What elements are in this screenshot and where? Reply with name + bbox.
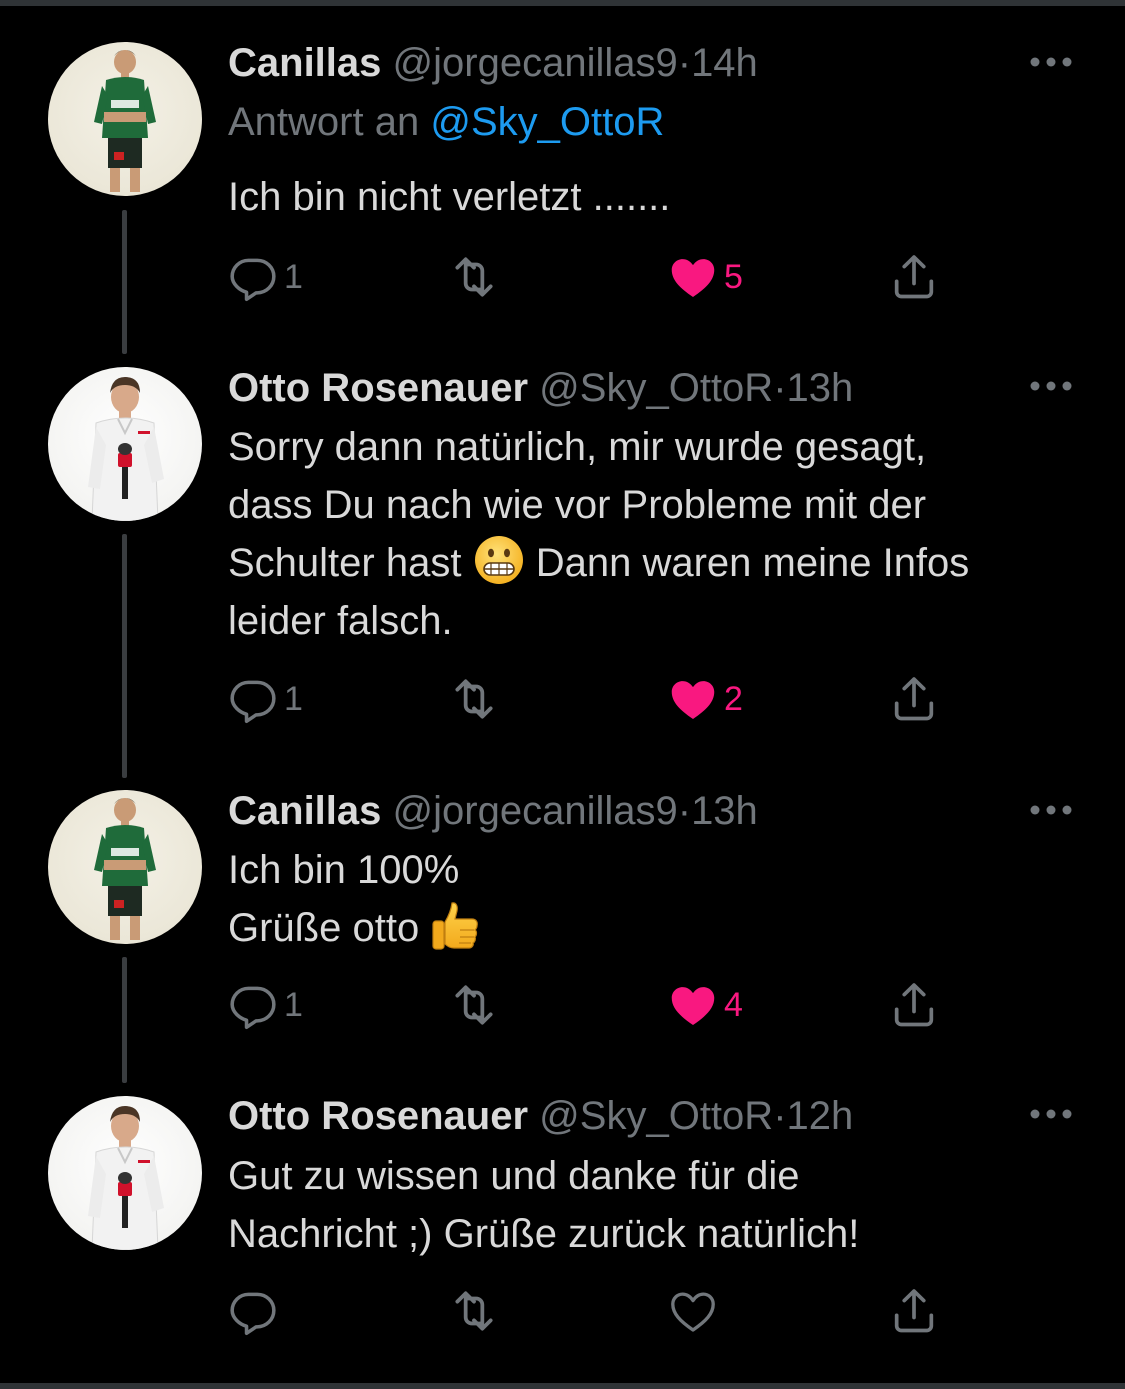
reply-mention-link[interactable]: @Sky_OttoR: [430, 100, 664, 144]
more-options-icon[interactable]: [1028, 1104, 1074, 1124]
timestamp[interactable]: 13h: [787, 366, 854, 410]
tweet-text-line: leider falsch.: [228, 599, 453, 643]
display-name[interactable]: Otto Rosenauer: [228, 1094, 528, 1138]
display-name[interactable]: Canillas: [228, 789, 381, 833]
thread-connector: [122, 210, 127, 354]
user-handle[interactable]: @Sky_OttoR: [539, 366, 773, 410]
reply-count: 1: [284, 679, 303, 718]
retweet-button[interactable]: [446, 980, 508, 1030]
share-button[interactable]: [888, 252, 940, 302]
retweet-icon: [455, 257, 493, 297]
tweet-text-line: Ich bin nicht verletzt .......: [228, 175, 671, 219]
share-button[interactable]: [888, 1286, 940, 1336]
retweet-icon: [455, 679, 493, 719]
avatar-canillas[interactable]: [48, 42, 202, 196]
reply-icon: [230, 680, 276, 724]
like-count: 4: [724, 985, 743, 1024]
tweet-header: Otto Rosenauer @Sky_OttoR·12h: [228, 1093, 1025, 1139]
tweet-text: Ich bin 100% Grüße otto: [228, 841, 1098, 957]
thread-connector: [122, 534, 127, 778]
reply-count: 1: [284, 257, 303, 296]
tweet-text-line: Ich bin 100%: [228, 848, 460, 892]
reply-button[interactable]: 1: [228, 252, 303, 302]
share-icon: [894, 677, 934, 721]
retweet-icon: [455, 1291, 493, 1331]
tweet-text-fragment: Grüße otto: [228, 906, 420, 950]
reply-button[interactable]: 1: [228, 674, 303, 724]
tweet-text-line: Sorry dann natürlich, mir wurde gesagt,: [228, 425, 927, 469]
display-name[interactable]: Otto Rosenauer: [228, 366, 528, 410]
separator-dot: ·: [677, 41, 692, 85]
separator-dot: ·: [677, 789, 692, 833]
reply-icon: [230, 258, 276, 302]
reply-icon: [230, 1292, 276, 1336]
like-count: 2: [724, 679, 743, 718]
like-button[interactable]: 2: [668, 674, 743, 724]
like-button[interactable]: 5: [668, 252, 743, 302]
reply-prefix: Antwort an: [228, 100, 420, 144]
timestamp[interactable]: 12h: [787, 1094, 854, 1138]
reply-button[interactable]: 1: [228, 980, 303, 1030]
reply-icon: [230, 986, 276, 1030]
heart-filled-icon: [671, 987, 715, 1025]
tweet-text-fragment: Dann waren meine Infos: [535, 541, 970, 585]
share-icon: [894, 983, 934, 1027]
more-options-icon[interactable]: [1028, 376, 1074, 396]
retweet-button[interactable]: [446, 1286, 508, 1336]
tweet-text: Sorry dann natürlich, mir wurde gesagt, …: [228, 418, 1098, 650]
retweet-icon: [455, 985, 493, 1025]
user-handle[interactable]: @jorgecanillas9: [393, 789, 678, 833]
user-handle[interactable]: @jorgecanillas9: [393, 41, 678, 85]
more-options-icon[interactable]: [1028, 52, 1074, 72]
share-button[interactable]: [888, 980, 940, 1030]
thread-connector: [122, 957, 127, 1083]
user-handle[interactable]: @Sky_OttoR: [539, 1094, 773, 1138]
tweet-header: Canillas @jorgecanillas9·14h: [228, 40, 1025, 86]
separator-dot: ·: [773, 1094, 787, 1138]
avatar-canillas[interactable]: [48, 790, 202, 944]
heart-outline-icon: [671, 1292, 715, 1332]
like-button[interactable]: [668, 1286, 724, 1336]
heart-filled-icon: [671, 259, 715, 297]
tweet-text-line-with-emoji: Grüße otto: [228, 899, 1098, 957]
retweet-button[interactable]: [446, 252, 508, 302]
reply-context: Antwort an @Sky_OttoR: [228, 99, 664, 145]
tweet-text: Ich bin nicht verletzt .......: [228, 168, 1098, 226]
share-button[interactable]: [888, 674, 940, 724]
reply-count: 1: [284, 985, 303, 1024]
heart-filled-icon: [671, 681, 715, 719]
share-icon: [894, 1289, 934, 1333]
tweet-header: Canillas @jorgecanillas9·13h: [228, 788, 1025, 834]
avatar-otto-rosenauer[interactable]: [48, 1096, 202, 1250]
like-button[interactable]: 4: [668, 980, 743, 1030]
timestamp[interactable]: 14h: [691, 41, 758, 85]
tweet-text-line: Nachricht ;) Grüße zurück natürlich!: [228, 1212, 860, 1256]
display-name[interactable]: Canillas: [228, 41, 381, 85]
tweet-text: Gut zu wissen und danke für die Nachrich…: [228, 1147, 1098, 1263]
more-options-icon[interactable]: [1028, 800, 1074, 820]
bottom-divider: [0, 1383, 1125, 1389]
tweet-text-line-with-emoji: Schulter hast Dann waren meine Infos: [228, 534, 1098, 592]
tweet-text-fragment: Schulter hast: [228, 541, 462, 585]
tweet-text-line: dass Du nach wie vor Probleme mit der: [228, 483, 927, 527]
timestamp[interactable]: 13h: [691, 789, 758, 833]
tweet-text-line: Gut zu wissen und danke für die: [228, 1154, 800, 1198]
like-count: 5: [724, 257, 743, 296]
retweet-button[interactable]: [446, 674, 508, 724]
share-icon: [894, 255, 934, 299]
thumbs-up-emoji: [432, 902, 479, 950]
tweet-header: Otto Rosenauer @Sky_OttoR·13h: [228, 365, 1025, 411]
avatar-otto-rosenauer[interactable]: [48, 367, 202, 521]
reply-button[interactable]: [228, 1286, 284, 1336]
top-divider: [0, 0, 1125, 6]
grimacing-face-emoji: [474, 536, 523, 584]
separator-dot: ·: [773, 366, 787, 410]
